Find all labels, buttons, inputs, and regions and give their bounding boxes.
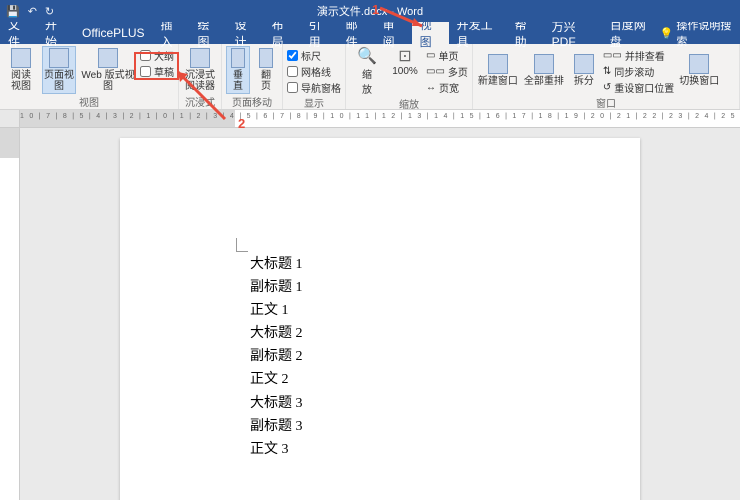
multi-page-button[interactable]: ▭▭多页 — [426, 64, 468, 79]
vertical-icon — [231, 48, 245, 68]
tab-home[interactable]: 开始 — [37, 22, 74, 44]
doc-line[interactable]: 大标题 2 — [250, 322, 640, 345]
print-layout-icon — [49, 48, 69, 68]
doc-line[interactable]: 正文 3 — [250, 438, 640, 461]
bulb-icon: 💡 — [660, 27, 674, 40]
tab-help[interactable]: 帮助 — [507, 22, 544, 44]
page-width-button[interactable]: ↔页宽 — [426, 80, 468, 95]
tab-wanxing-pdf[interactable]: 万兴PDF — [544, 22, 602, 44]
new-window-button[interactable]: 新建窗口 — [477, 46, 519, 94]
group-label-views: 视图 — [4, 94, 174, 110]
doc-line[interactable]: 副标题 3 — [250, 415, 640, 438]
flip-icon — [259, 48, 273, 68]
annotation-arrow-2 — [170, 64, 230, 124]
side-to-side-button[interactable]: 翻 页 — [254, 46, 278, 94]
arrange-all-button[interactable]: 全部重排 — [523, 46, 565, 94]
zoom-icon: 🔍 — [357, 46, 377, 66]
group-label-pagemove: 页面移动 — [226, 94, 278, 110]
tab-layout[interactable]: 布局 — [264, 22, 301, 44]
navpane-checkbox-row[interactable]: 导航窗格 — [287, 80, 341, 95]
annotation-arrow-1 — [378, 6, 428, 30]
tab-baidu-netdisk[interactable]: 百度网盘 — [602, 22, 660, 44]
save-icon[interactable]: 💾 — [6, 5, 20, 18]
horizontal-ruler[interactable]: 10|7|8|5|4|3|2|1|0|1|2|3|4|5|6|7|8|9|10|… — [20, 110, 740, 128]
print-layout-button[interactable]: 页面视图 — [42, 46, 76, 94]
hundred-icon: ⊡ — [398, 46, 411, 66]
doc-line[interactable]: 正文 1 — [250, 299, 640, 322]
group-window: 新建窗口 全部重排 拆分 ▭▭并排查看 ⇅同步滚动 ↺重设窗口位置 切换窗口 窗… — [473, 44, 740, 109]
arrange-icon — [534, 54, 554, 74]
gridlines-checkbox[interactable] — [287, 66, 298, 77]
group-zoom: 🔍缩 放 ⊡100% ▭单页 ▭▭多页 ↔页宽 缩放 — [346, 44, 473, 109]
quick-access-toolbar: 💾 ↶ ↻ — [0, 5, 54, 18]
annotation-number-2: 2 — [238, 116, 245, 131]
navpane-checkbox[interactable] — [287, 82, 298, 93]
sync-scroll-button[interactable]: ⇅同步滚动 — [603, 64, 674, 79]
switch-icon — [689, 54, 709, 74]
doc-line[interactable]: 大标题 3 — [250, 392, 640, 415]
doc-line[interactable]: 正文 2 — [250, 368, 640, 391]
ribbon-tabs: 文件 开始 OfficePLUS 插入 绘图 设计 布局 引用 邮件 审阅 视图… — [0, 22, 740, 44]
tab-officeplus[interactable]: OfficePLUS — [74, 22, 152, 44]
tab-references[interactable]: 引用 — [301, 22, 338, 44]
zoom-button[interactable]: 🔍缩 放 — [350, 46, 384, 96]
group-label-show: 显示 — [287, 95, 341, 111]
workspace: 大标题 1 副标题 1 正文 1 大标题 2 副标题 2 正文 2 大标题 3 … — [0, 128, 740, 500]
zoom-100-button[interactable]: ⊡100% — [388, 46, 422, 77]
title-bar: 💾 ↶ ↻ 演示文件.docx - Word — [0, 0, 740, 22]
tab-insert[interactable]: 插入 — [153, 22, 190, 44]
doc-line[interactable]: 副标题 1 — [250, 276, 640, 299]
read-icon — [11, 48, 31, 68]
tab-draw[interactable]: 绘图 — [190, 22, 227, 44]
web-layout-button[interactable]: Web 版式视图 — [80, 46, 136, 94]
doc-line[interactable]: 副标题 2 — [250, 345, 640, 368]
vertical-ruler[interactable] — [0, 128, 20, 500]
ruler-checkbox[interactable] — [287, 50, 298, 61]
tab-design[interactable]: 设计 — [227, 22, 264, 44]
tab-developer[interactable]: 开发工具 — [449, 22, 507, 44]
group-page-movement: 垂 直 翻 页 页面移动 — [222, 44, 283, 109]
cursor-indicator — [236, 238, 248, 252]
new-window-icon — [488, 54, 508, 74]
split-icon — [574, 54, 594, 74]
web-layout-icon — [98, 48, 118, 68]
ruler-corner — [0, 110, 20, 128]
ribbon: 阅读 视图 页面视图 Web 版式视图 大纲 草稿 视图 沉浸式 阅读器 沉浸式… — [0, 44, 740, 110]
tab-file[interactable]: 文件 — [0, 22, 37, 44]
one-page-button[interactable]: ▭单页 — [426, 48, 468, 63]
group-show: 标尺 网格线 导航窗格 显示 — [283, 44, 346, 109]
page-area[interactable]: 大标题 1 副标题 1 正文 1 大标题 2 副标题 2 正文 2 大标题 3 … — [20, 128, 740, 500]
gridlines-checkbox-row[interactable]: 网格线 — [287, 64, 341, 79]
ruler-row: 10|7|8|5|4|3|2|1|0|1|2|3|4|5|6|7|8|9|10|… — [0, 110, 740, 128]
split-button[interactable]: 拆分 — [569, 46, 599, 94]
ruler-checkbox-row[interactable]: 标尺 — [287, 48, 341, 63]
document-page[interactable]: 大标题 1 副标题 1 正文 1 大标题 2 副标题 2 正文 2 大标题 3 … — [120, 138, 640, 500]
switch-windows-button[interactable]: 切换窗口 — [678, 46, 720, 94]
redo-icon[interactable]: ↻ — [45, 5, 54, 18]
reset-window-button[interactable]: ↺重设窗口位置 — [603, 80, 674, 95]
doc-line[interactable]: 大标题 1 — [250, 253, 640, 276]
undo-icon[interactable]: ↶ — [28, 5, 37, 18]
tab-mailings[interactable]: 邮件 — [338, 22, 375, 44]
group-label-window: 窗口 — [477, 95, 735, 111]
read-mode-button[interactable]: 阅读 视图 — [4, 46, 38, 94]
view-side-by-side-button[interactable]: ▭▭并排查看 — [603, 48, 674, 63]
